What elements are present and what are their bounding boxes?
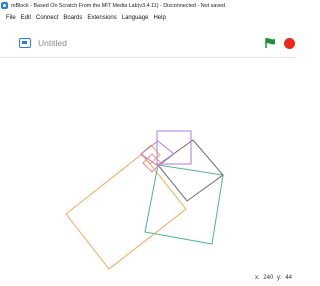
y-label: y:: [276, 274, 282, 281]
window-title-bar: mBlock - Based On Scratch From the MIT M…: [0, 0, 296, 11]
menu-boards[interactable]: Boards: [63, 15, 82, 21]
mblock-app-icon: [1, 2, 8, 9]
menu-connect[interactable]: Connect: [36, 15, 58, 21]
x-value: 240: [263, 274, 274, 281]
stop-icon[interactable]: [284, 38, 295, 49]
menu-extensions[interactable]: Extensions: [87, 15, 116, 21]
stage-toolbar: Untitled: [0, 34, 296, 54]
window-title: mBlock - Based On Scratch From the MIT M…: [11, 2, 226, 9]
menu-file[interactable]: File: [6, 15, 16, 21]
menu-edit[interactable]: Edit: [21, 15, 31, 21]
screen-mode-icon[interactable]: [19, 38, 31, 48]
mouse-coordinates: x: 240 y: 44: [253, 275, 292, 281]
menu-help[interactable]: Help: [153, 15, 165, 21]
pen-drawing: [65, 130, 224, 270]
purple-square: [156, 130, 192, 165]
menu-bar: File Edit Connect Boards Extensions Lang…: [0, 11, 296, 24]
x-label: x:: [254, 274, 260, 281]
project-name[interactable]: Untitled: [38, 38, 67, 48]
y-value: 44: [285, 274, 292, 281]
menu-language[interactable]: Language: [122, 15, 149, 21]
orange-square: [65, 153, 187, 270]
stage-canvas[interactable]: [0, 57, 296, 270]
status-bar: x: 240 y: 44: [0, 269, 296, 286]
green-flag-icon[interactable]: [264, 37, 276, 49]
